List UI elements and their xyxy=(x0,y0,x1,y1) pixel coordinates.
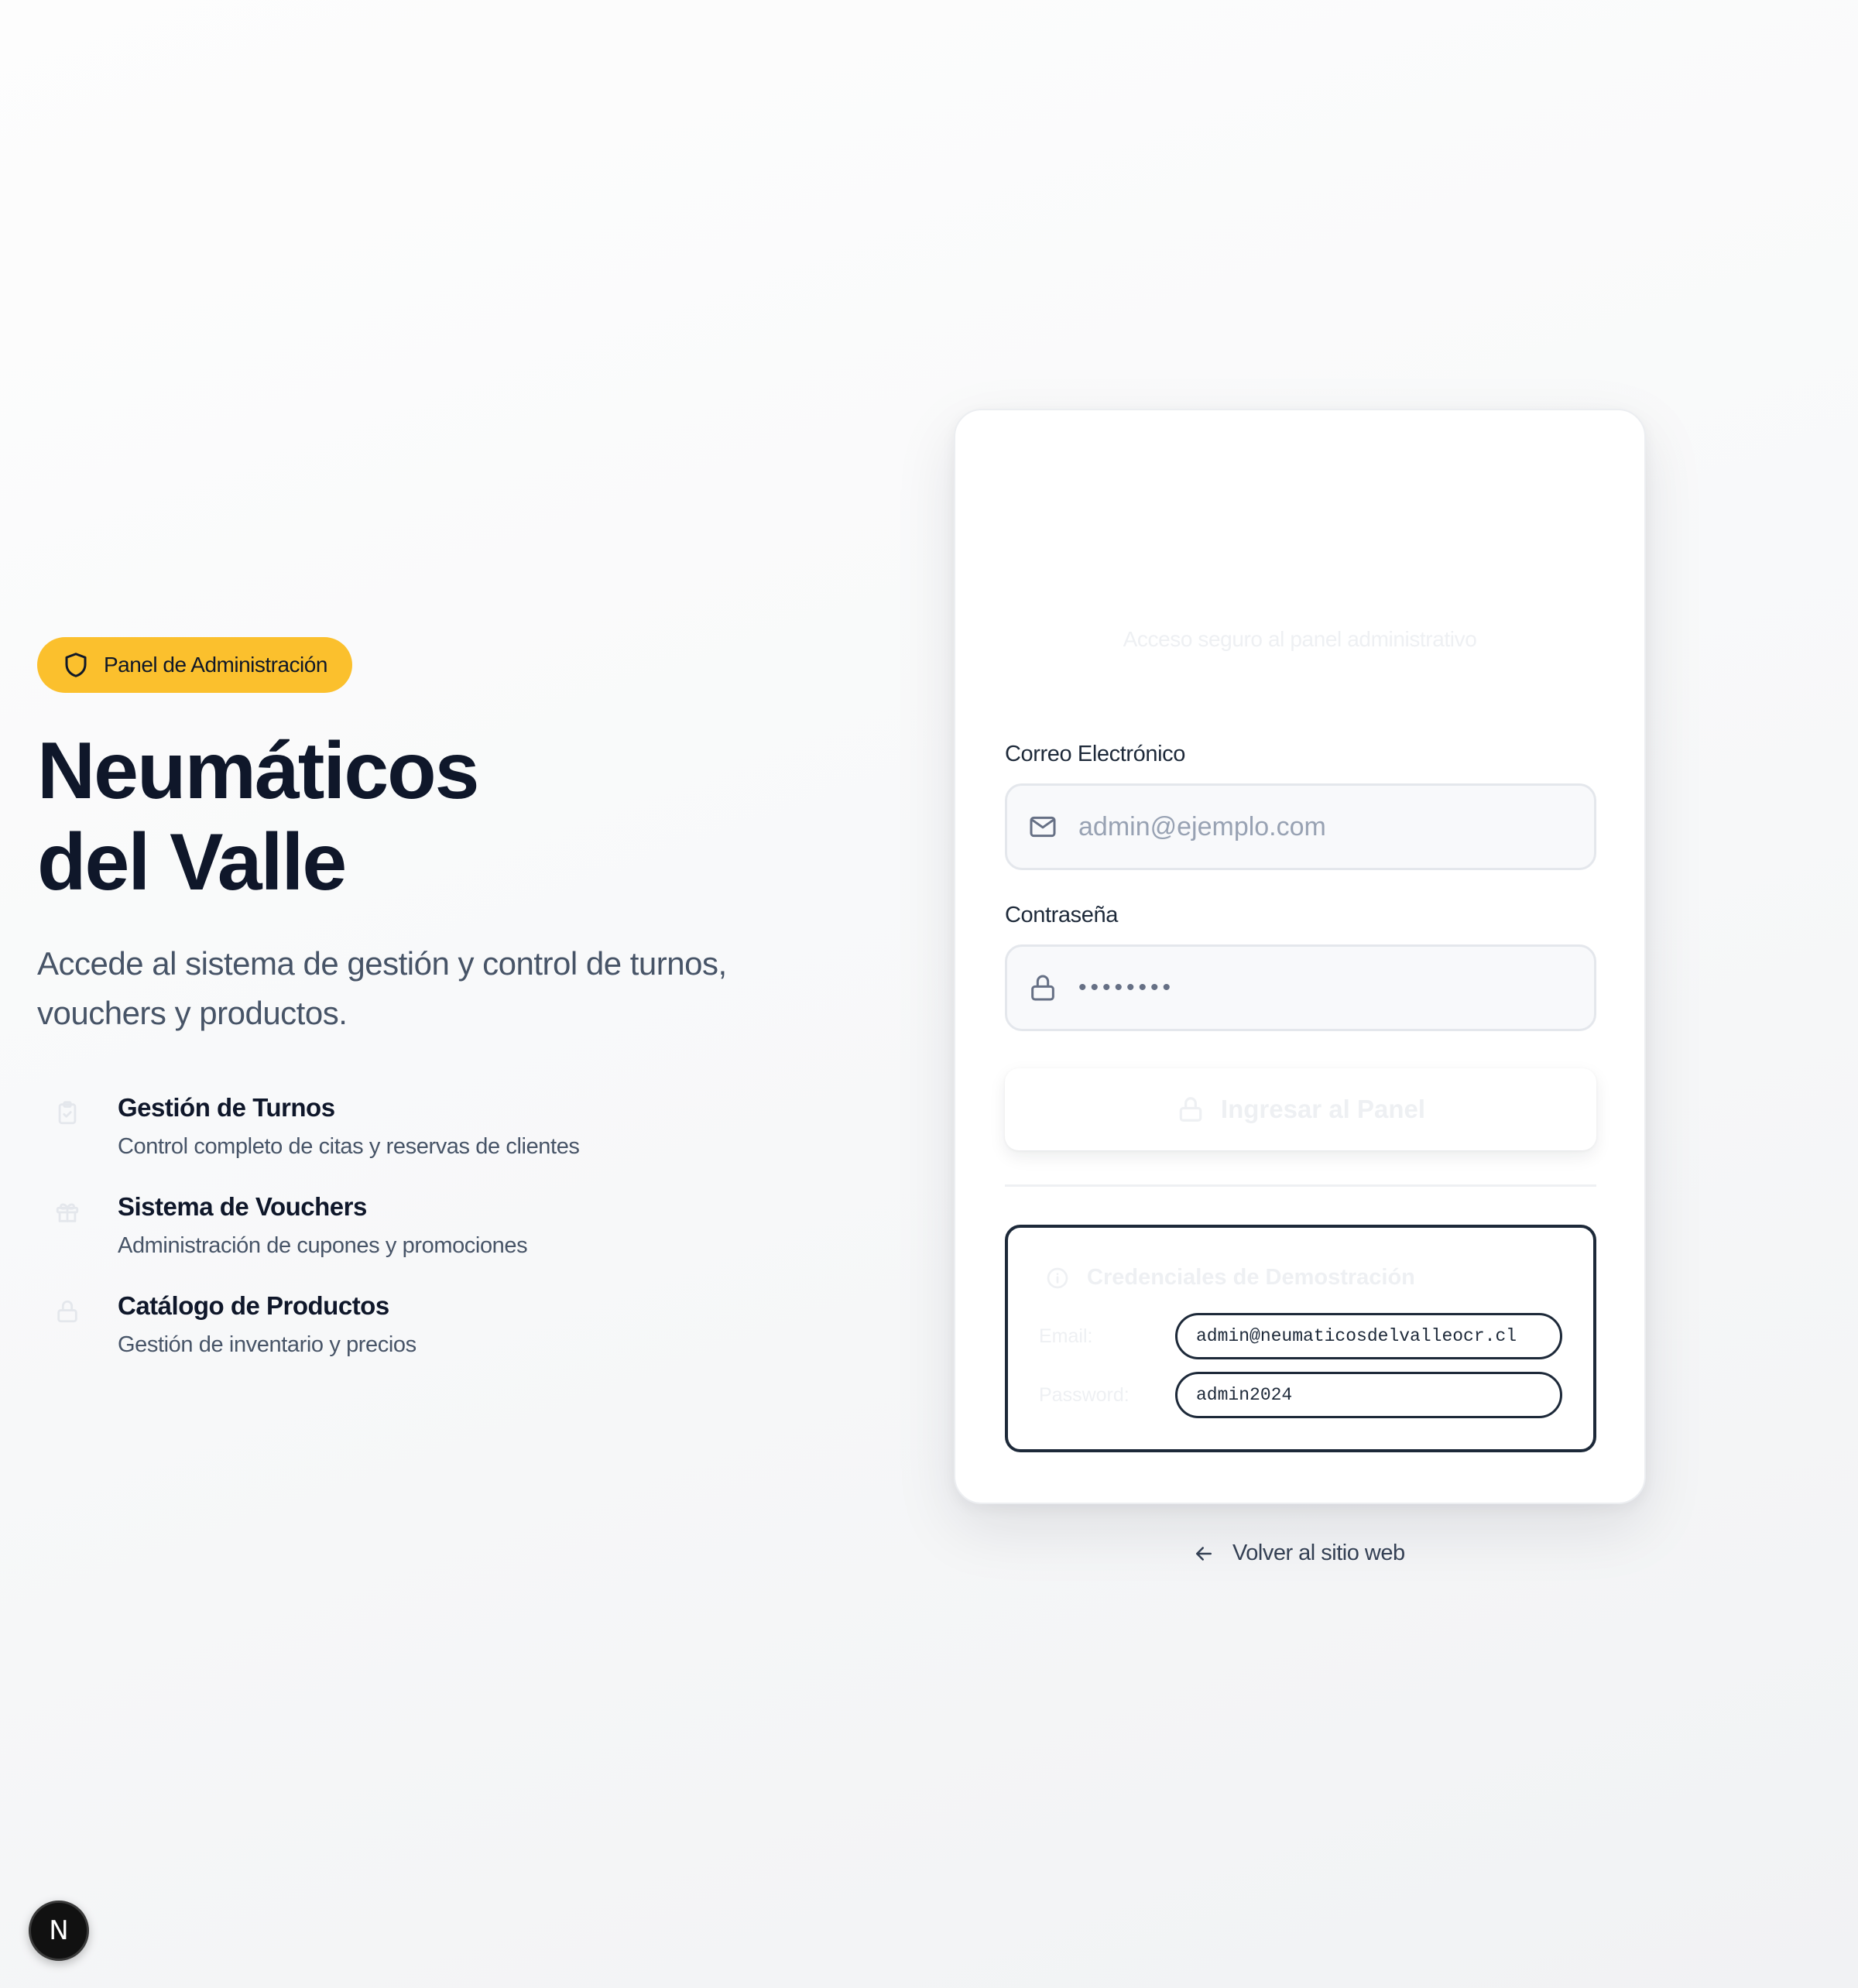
dev-tools-badge[interactable]: N xyxy=(29,1901,89,1961)
hero-subtitle: Accede al sistema de gestión y control d… xyxy=(37,945,727,1031)
email-field[interactable] xyxy=(1005,783,1596,870)
divider xyxy=(1005,1184,1596,1187)
demo-email-label: Email: xyxy=(1039,1325,1093,1347)
lock-icon xyxy=(1031,975,1054,1001)
login-card: Acceso seguro al panel administrativo Co… xyxy=(954,409,1646,1504)
badge-label: Panel de Administración xyxy=(104,653,327,677)
back-to-site-link[interactable]: Volver al sitio web xyxy=(1192,1541,1405,1566)
demo-credentials-box: Credenciales de Demostración Email: admi… xyxy=(1005,1225,1596,1452)
hero-section: Panel de Administración Neumáticos del V… xyxy=(37,637,811,1390)
login-page: Panel de Administración Neumáticos del V… xyxy=(0,0,1858,1988)
feature-item: Catálogo de Productos Gestión de inventa… xyxy=(37,1290,811,1390)
gift-icon xyxy=(56,1203,79,1222)
feature-title: Sistema de Vouchers xyxy=(118,1192,367,1221)
page-title: Neumáticos del Valle xyxy=(37,725,811,908)
info-icon xyxy=(1047,1267,1068,1288)
demo-credentials-title: Credenciales de Demostración xyxy=(1087,1265,1415,1290)
submit-label: Ingresar al Panel xyxy=(1220,1095,1426,1123)
feature-title: Gestión de Turnos xyxy=(118,1093,335,1122)
clipboard-check-icon xyxy=(58,1101,77,1125)
shield-icon xyxy=(65,653,87,677)
feature-description: Gestión de inventario y precios xyxy=(118,1332,417,1357)
arrow-left-icon xyxy=(1196,1546,1212,1561)
feature-item: Gestión de Turnos Control completo de ci… xyxy=(37,1092,811,1191)
demo-credentials-header: Credenciales de Demostración xyxy=(1045,1265,1415,1290)
title-line-2: del Valle xyxy=(37,817,347,907)
email-label: Correo Electrónico xyxy=(1005,742,1185,766)
feature-title: Catálogo de Productos xyxy=(118,1291,389,1320)
demo-password-value[interactable]: admin2024 xyxy=(1175,1372,1562,1418)
password-input[interactable]: •••••••• xyxy=(1078,975,1174,1001)
mail-icon xyxy=(1030,816,1056,838)
feature-list: Gestión de Turnos Control completo de ci… xyxy=(37,1092,811,1390)
admin-panel-badge: Panel de Administración xyxy=(37,637,352,693)
password-field[interactable]: •••••••• xyxy=(1005,944,1596,1031)
demo-email-value[interactable]: admin@neumaticosdelvalleocr.cl xyxy=(1175,1313,1562,1359)
feature-item: Sistema de Vouchers Administración de cu… xyxy=(37,1191,811,1290)
login-submit-button[interactable]: Ingresar al Panel xyxy=(1005,1068,1596,1150)
lock-icon xyxy=(57,1300,77,1323)
back-link-label: Volver al sitio web xyxy=(1232,1541,1405,1565)
email-input[interactable] xyxy=(1078,811,1594,842)
password-label: Contraseña xyxy=(1005,903,1118,927)
demo-email-row: Email: admin@neumaticosdelvalleocr.cl xyxy=(1039,1313,1562,1359)
lock-icon xyxy=(1179,1097,1202,1122)
demo-password-row: Password: admin2024 xyxy=(1039,1372,1562,1418)
feature-description: Administración de cupones y promociones xyxy=(118,1233,528,1258)
title-line-1: Neumáticos xyxy=(37,726,480,816)
demo-password-label: Password: xyxy=(1039,1383,1130,1406)
feature-description: Control completo de citas y reservas de … xyxy=(118,1134,580,1159)
login-subtitle: Acceso seguro al panel administrativo xyxy=(1123,627,1477,651)
